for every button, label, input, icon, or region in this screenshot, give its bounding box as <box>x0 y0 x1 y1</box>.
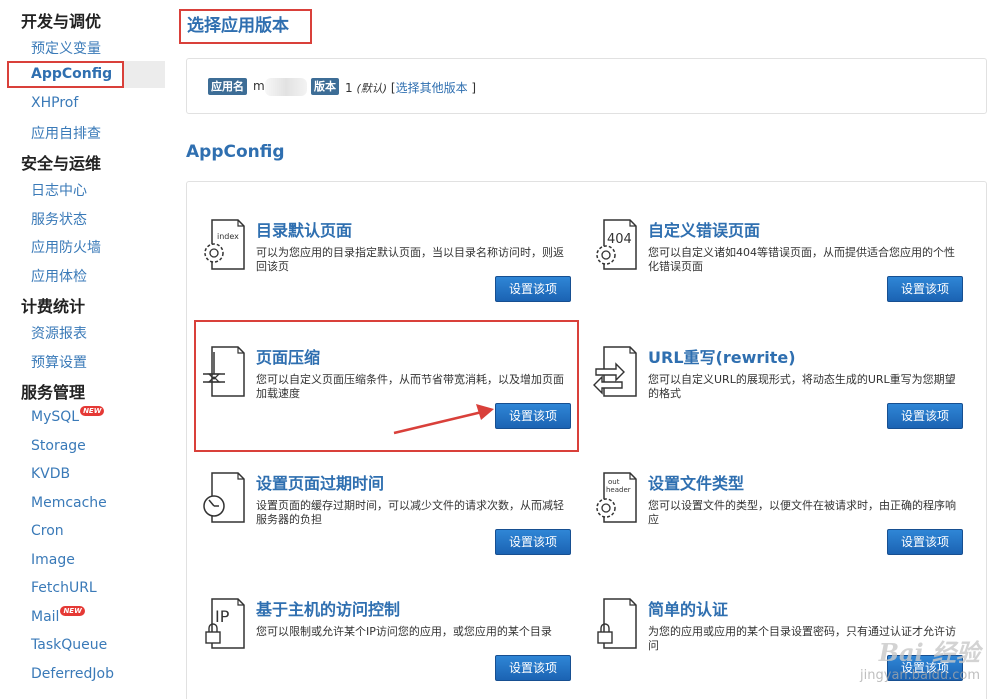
other-versions-link[interactable]: 选择其他版本 <box>396 81 468 95</box>
configure-button[interactable]: 设置该项 <box>887 276 963 302</box>
watermark: Bai 经验 jingyan.baidu.com <box>860 633 980 683</box>
header-gear-icon: out header <box>596 472 637 523</box>
sidebar-item-resource-report[interactable]: 资源报表 <box>31 323 87 343</box>
sidebar: 开发与调优 预定义变量 AppConfig XHProf 应用自排查 安全与运维… <box>0 0 170 699</box>
sidebar-item-image[interactable]: Image <box>31 552 75 568</box>
sidebar-item-fetchurl[interactable]: FetchURL <box>31 580 97 596</box>
card-desc: 您可以设置文件的类型，以便文件在被请求时，由正确的程序响应 <box>648 499 956 526</box>
card-expire-time: 设置页面过期时间 设置页面的缓存过期时间，可以减少文件的请求次数，从而减轻服务器… <box>200 470 580 570</box>
sidebar-item-memcache[interactable]: Memcache <box>31 495 107 511</box>
ip-lock-icon: IP <box>205 598 245 649</box>
sidebar-item-kvdb[interactable]: KVDB <box>31 466 70 482</box>
lock-icon <box>597 598 637 649</box>
configure-button[interactable]: 设置该项 <box>495 655 571 681</box>
sidebar-item-taskqueue[interactable]: TaskQueue <box>31 637 107 653</box>
version-tag: 版本 <box>311 78 339 95</box>
configure-button[interactable]: 设置该项 <box>887 403 963 429</box>
sidebar-item-predefined-vars[interactable]: 预定义变量 <box>31 38 101 58</box>
new-badge: NEW <box>80 406 105 416</box>
index-gear-icon: index <box>204 219 245 270</box>
sidebar-item-xhprof[interactable]: XHProf <box>31 95 78 111</box>
sidebar-item-deferredjob[interactable]: DeferredJob <box>31 666 114 682</box>
sidebar-item-mysql[interactable]: MySQL NEW <box>31 406 105 425</box>
version-default: (默认) <box>356 82 388 95</box>
sidebar-item-label: Mail <box>31 609 60 625</box>
sidebar-item-budget[interactable]: 预算设置 <box>31 352 87 372</box>
watermark-logo: Bai 经验 <box>878 638 980 667</box>
svg-text:header: header <box>606 486 631 494</box>
404-gear-icon: 404 <box>596 219 637 270</box>
app-name-value: m <box>253 79 265 93</box>
card-default-page: index 目录默认页面 可以为您应用的目录指定默认页面，当以目录名称访问时，则… <box>200 217 580 317</box>
card-title: 自定义错误页面 <box>648 221 761 240</box>
version-number: 1 <box>345 81 353 95</box>
sidebar-item-self-check[interactable]: 应用自排查 <box>31 123 101 143</box>
new-badge: NEW <box>60 606 85 616</box>
icon-text: 404 <box>607 232 632 247</box>
sidebar-section-dev: 开发与调优 <box>21 12 102 31</box>
configure-button[interactable]: 设置该项 <box>495 276 571 302</box>
card-title: URL重写(rewrite) <box>648 348 796 367</box>
card-title: 设置页面过期时间 <box>256 474 385 493</box>
configure-button[interactable]: 设置该项 <box>887 529 963 555</box>
sidebar-item-appconfig[interactable]: AppConfig <box>7 61 165 88</box>
version-value: 1 (默认) [选择其他版本 ] <box>345 79 476 96</box>
card-title: 简单的认证 <box>648 600 729 619</box>
card-url-rewrite: URL重写(rewrite) 您可以自定义URL的展现形式，将动态生成的URL重… <box>592 344 972 444</box>
card-desc: 您可以自定义URL的展现形式，将动态生成的URL重写为您期望的格式 <box>648 373 956 400</box>
card-title: 基于主机的访问控制 <box>256 600 401 619</box>
section-heading: AppConfig <box>186 142 285 162</box>
icon-text: index <box>217 232 239 241</box>
app-name-tag: 应用名 <box>208 78 247 95</box>
clock-icon <box>203 472 245 523</box>
svg-text:out: out <box>608 478 620 486</box>
sidebar-item-storage[interactable]: Storage <box>31 438 86 454</box>
card-file-type: out header 设置文件类型 您可以设置文件的类型，以便文件在被请求时，由… <box>592 470 972 570</box>
card-desc: 设置页面的缓存过期时间，可以减少文件的请求次数，从而减轻服务器的负担 <box>256 499 564 526</box>
sidebar-item-label: MySQL <box>31 409 80 425</box>
watermark-url: jingyan.baidu.com <box>860 668 980 683</box>
sidebar-item-health-check[interactable]: 应用体检 <box>31 266 87 286</box>
sidebar-section-services: 服务管理 <box>21 383 86 402</box>
sidebar-item-cron[interactable]: Cron <box>31 523 64 539</box>
rewrite-arrows-icon <box>593 346 637 397</box>
card-title: 设置文件类型 <box>648 474 745 493</box>
card-title: 目录默认页面 <box>256 221 353 240</box>
sidebar-item-mail[interactable]: Mail NEW <box>31 606 85 625</box>
card-desc: 您可以限制或允许某个IP访问您的应用，或您应用的某个目录 <box>256 625 552 638</box>
app-name-blur <box>265 78 307 96</box>
bracket-close: ] <box>471 81 477 95</box>
card-host-access: IP 基于主机的访问控制 您可以限制或允许某个IP访问您的应用，或您应用的某个目… <box>200 596 580 696</box>
version-info-box: 应用名 m 版本 1 (默认) [选择其他版本 ] <box>186 58 987 114</box>
card-desc: 您可以自定义诸如404等错误页面，从而提供适合您应用的个性化错误页面 <box>648 246 955 273</box>
red-arrow-icon <box>393 404 494 435</box>
sidebar-section-billing: 计费统计 <box>21 297 86 316</box>
card-error-page: 404 自定义错误页面 您可以自定义诸如404等错误页面，从而提供适合您应用的个… <box>592 217 972 317</box>
card-desc: 可以为您应用的目录指定默认页面，当以目录名称访问时，则返回该页 <box>256 246 564 273</box>
sidebar-section-security: 安全与运维 <box>21 154 102 173</box>
page-title: 选择应用版本 <box>179 9 312 44</box>
highlight-box <box>194 320 579 452</box>
configure-button[interactable]: 设置该项 <box>495 529 571 555</box>
sidebar-item-firewall[interactable]: 应用防火墙 <box>31 237 101 257</box>
icon-text: IP <box>215 607 230 626</box>
sidebar-item-label: AppConfig <box>7 61 124 88</box>
sidebar-item-service-status[interactable]: 服务状态 <box>31 209 87 229</box>
sidebar-item-log-center[interactable]: 日志中心 <box>31 180 87 200</box>
